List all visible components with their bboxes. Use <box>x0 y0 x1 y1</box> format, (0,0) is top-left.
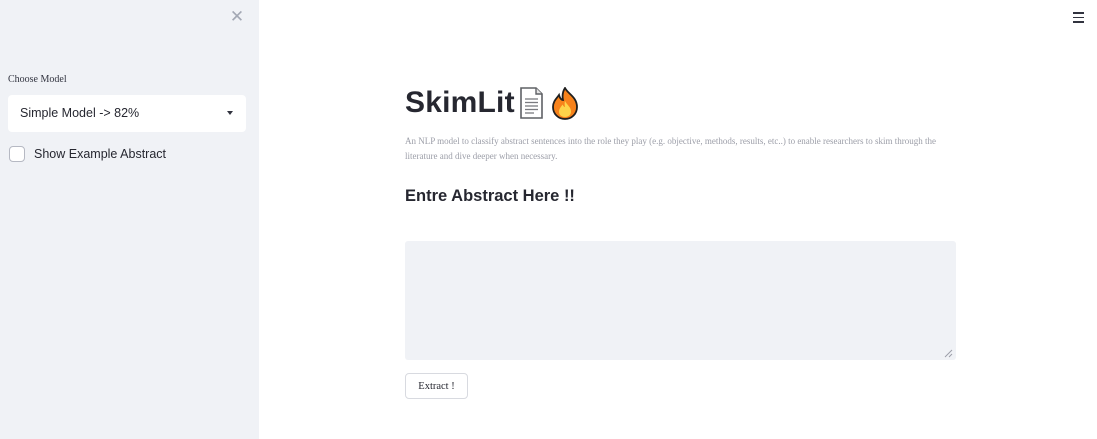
abstract-subheading: Entre Abstract Here !! <box>405 187 575 205</box>
resize-handle-icon[interactable] <box>944 349 953 358</box>
chevron-down-icon <box>227 111 233 115</box>
model-select[interactable]: Simple Model -> 82% <box>8 95 246 132</box>
show-example-label[interactable]: Show Example Abstract <box>34 147 166 161</box>
sidebar: ✕ Choose Model Simple Model -> 82% Show … <box>0 0 259 439</box>
model-select-value: Simple Model -> 82% <box>20 106 140 120</box>
app-description: An NLP model to classify abstract senten… <box>405 136 937 161</box>
choose-model-label: Choose Model <box>8 74 67 85</box>
fire-icon <box>551 86 578 120</box>
page-title-text: SkimLit <box>405 86 515 119</box>
extract-button[interactable]: Extract ! <box>405 373 468 399</box>
show-example-checkbox[interactable] <box>9 145 25 162</box>
close-icon[interactable]: ✕ <box>229 8 245 25</box>
hamburger-menu-icon[interactable] <box>1073 12 1084 23</box>
show-example-checkbox-row[interactable]: Show Example Abstract <box>9 145 166 162</box>
document-icon <box>519 87 543 119</box>
page-title: SkimLit <box>405 84 580 122</box>
abstract-input[interactable] <box>405 241 956 360</box>
